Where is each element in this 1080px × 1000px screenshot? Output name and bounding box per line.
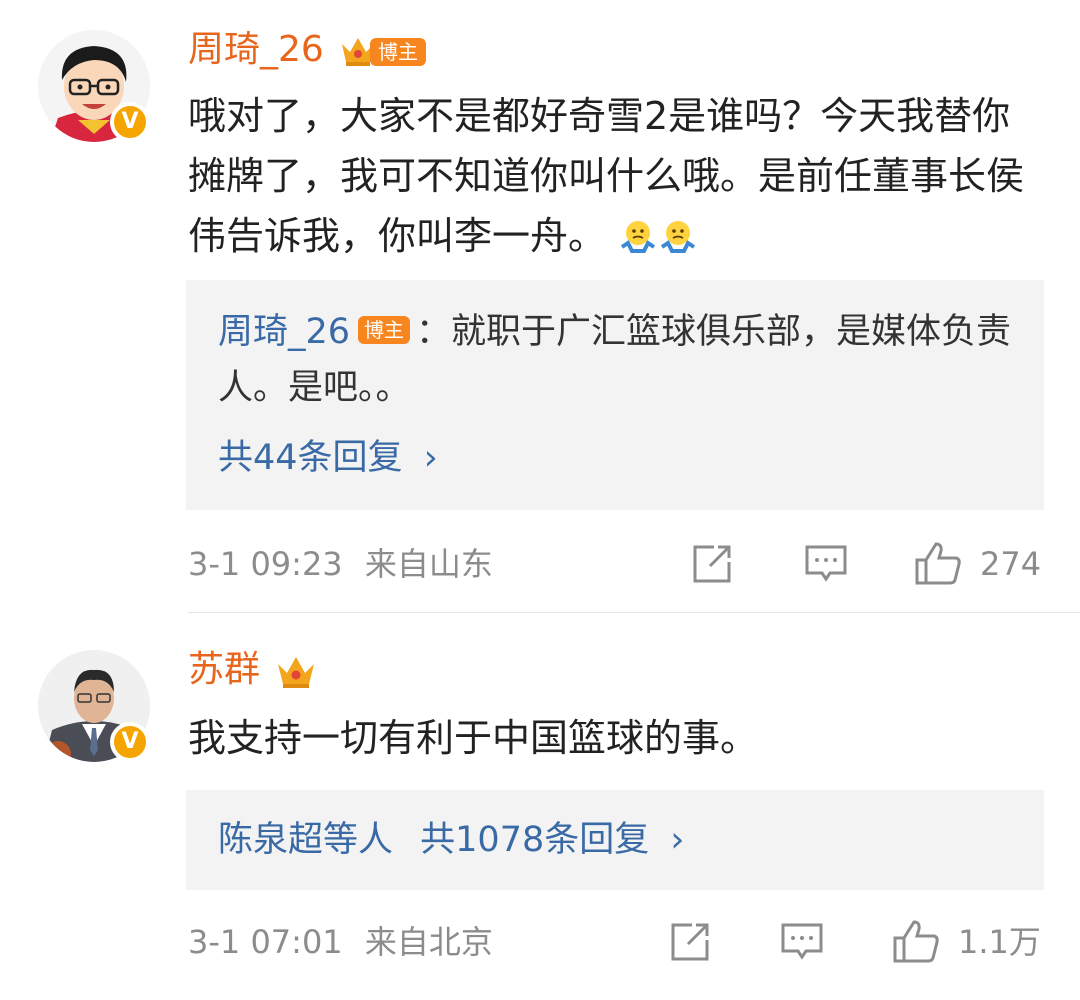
more-replies-link[interactable]: 共1078条回复 (420, 820, 649, 860)
chevron-right-icon: › (670, 820, 685, 860)
repliers-label[interactable]: 陈泉超等人 (218, 820, 393, 860)
reply-line: 陈泉超等人 共1078条回复 › (218, 812, 684, 868)
comment-icon[interactable] (780, 922, 824, 962)
comment-text: 哦对了，大家不是都好奇雪2是谁吗？今天我替你摊牌了，我可不知道你叫什么哦。是前任… (188, 86, 1048, 274)
comment-time: 3-1 09:23 (188, 545, 343, 583)
reply-preview[interactable]: 周琦_26 博主 ：就职于广汇篮球俱乐部，是媒体负责人。是吧。。 共44条回复 › (186, 280, 1044, 510)
like-icon[interactable] (914, 540, 962, 586)
chevron-right-icon: › (423, 438, 438, 478)
reply-blogger-badge: 博主 (358, 316, 411, 344)
comment-item: V 苏群 我支持一切有利于中国篮球的事。 陈泉超等人 共1078条回复 › 3-… (0, 612, 1080, 1000)
blogger-badge: 博主 (370, 38, 426, 66)
comment-location: 来自北京 (364, 923, 493, 961)
comment-location: 来自山东 (364, 545, 493, 583)
comment-icon[interactable] (804, 544, 848, 584)
reply-line: 周琦_26 博主 ：就职于广汇篮球俱乐部，是媒体负责人。是吧。。 (218, 304, 1018, 416)
comment-username[interactable]: 苏群 (188, 648, 260, 692)
more-replies-link[interactable]: 共44条回复 › (218, 430, 438, 486)
comment-text: 我支持一切有利于中国篮球的事。 (188, 716, 759, 760)
comment-text-content: 哦对了，大家不是都好奇雪2是谁吗？今天我替你摊牌了，我可不知道你叫什么哦。是前任… (188, 94, 1025, 258)
like-count: 274 (980, 545, 1042, 583)
like-count: 1.1万 (958, 923, 1041, 961)
crown-icon (278, 657, 314, 688)
like-icon[interactable] (892, 918, 940, 964)
comment-username[interactable]: 周琦_26 (188, 28, 324, 72)
reply-username[interactable]: 周琦_26 (218, 312, 350, 352)
comment-time: 3-1 07:01 (188, 923, 343, 961)
share-icon[interactable] (668, 920, 712, 964)
reply-preview[interactable]: 陈泉超等人 共1078条回复 › (186, 790, 1044, 890)
verified-badge-icon: V (110, 722, 150, 762)
more-replies-label: 共44条回复 (218, 438, 403, 478)
comment-meta: 3-1 09:23 来自山东 (188, 544, 493, 584)
shrug-emoji-icon (618, 214, 658, 274)
shrug-emoji-icon (658, 214, 698, 274)
share-icon[interactable] (690, 542, 734, 586)
comment-item: V 周琦_26 博主 哦对了，大家不是都好奇雪2是谁吗？今天我替你摊牌了，我可不… (0, 0, 1080, 612)
comment-meta: 3-1 07:01 来自北京 (188, 922, 493, 962)
verified-badge-icon: V (110, 102, 150, 142)
